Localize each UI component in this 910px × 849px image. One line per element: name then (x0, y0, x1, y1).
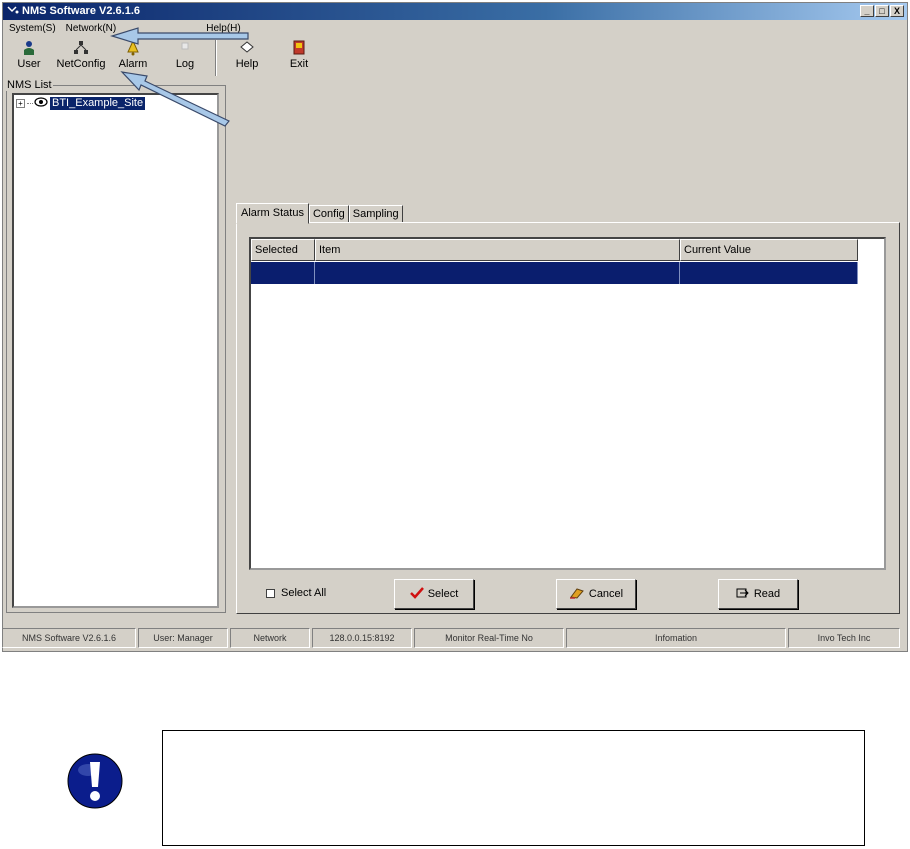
status-company: Invo Tech Inc (788, 628, 900, 648)
grid-header: Selected Item Current Value (251, 239, 858, 261)
item-cell[interactable] (315, 262, 680, 284)
expand-icon[interactable]: + (16, 99, 25, 108)
log-button[interactable]: Log (159, 38, 211, 78)
user-label: User (17, 58, 41, 70)
select-label: Select (427, 588, 459, 600)
menu-network[interactable]: Network(N) (64, 21, 119, 37)
status-address: 128.0.0.15:8192 (312, 628, 412, 648)
alarm-button[interactable]: Alarm (107, 38, 159, 78)
menu-bar: System(S) Network(N) ... Window(W) Help(… (3, 21, 907, 37)
table-row[interactable] (251, 262, 858, 284)
status-monitor: Monitor Real-Time No (414, 628, 564, 648)
selected-cell[interactable] (251, 262, 315, 284)
close-button[interactable]: X (890, 5, 904, 17)
menu-window[interactable]: Window(W) (143, 21, 199, 37)
select-button[interactable]: Select (394, 579, 474, 609)
read-button[interactable]: Read (718, 579, 798, 609)
exit-icon (273, 40, 325, 58)
column-current-value[interactable]: Current Value (680, 239, 858, 261)
nms-tree[interactable]: + BTI_Example_Site (12, 93, 219, 608)
tab-alarm-status[interactable]: Alarm Status (236, 203, 309, 224)
help-label: Help (235, 58, 259, 70)
maximize-button[interactable]: □ (875, 5, 889, 17)
select-all-label: Select All (281, 587, 327, 599)
tab-strip: Alarm Status Config Sampling (236, 203, 403, 224)
tree-node-site[interactable]: + BTI_Example_Site (16, 97, 146, 110)
select-all-checkbox[interactable]: Select All (266, 587, 326, 599)
tree-connector (27, 103, 33, 104)
exit-label: Exit (289, 58, 309, 70)
checkmark-icon (409, 586, 424, 602)
window-title: NMS Software V2.6.1.6 (22, 5, 140, 17)
site-label[interactable]: BTI_Example_Site (50, 97, 146, 110)
tab-sampling[interactable]: Sampling (348, 205, 403, 223)
eraser-icon (569, 587, 585, 602)
nms-list-legend: NMS List (6, 79, 53, 91)
menu-system[interactable]: System(S) (7, 21, 58, 37)
status-user: User: Manager (138, 628, 228, 648)
cancel-label: Cancel (588, 588, 624, 600)
user-icon (3, 40, 55, 58)
checkbox-box[interactable] (266, 588, 275, 598)
title-bar: NMS Software V2.6.1.6 _ □ X (3, 3, 907, 20)
read-label: Read (753, 588, 781, 600)
netconfig-icon (55, 40, 107, 58)
netconfig-label: NetConfig (56, 58, 106, 70)
menu-hidden[interactable]: ... (124, 21, 136, 37)
status-version: NMS Software V2.6.1.6 (2, 628, 136, 648)
read-icon (736, 587, 750, 602)
minimize-button[interactable]: _ (860, 5, 874, 17)
alarm-icon (107, 39, 159, 58)
toolbar: User NetConfig Alarm Log Help Exit (3, 38, 325, 78)
column-selected[interactable]: Selected (251, 239, 315, 261)
alarm-label: Alarm (118, 58, 148, 70)
netconfig-button[interactable]: NetConfig (55, 38, 107, 78)
site-eye-icon (34, 97, 48, 110)
exclamation-icon (66, 752, 124, 810)
status-network: Network (230, 628, 310, 648)
tab-config[interactable]: Config (308, 205, 349, 223)
app-icon (7, 4, 19, 14)
status-information: Infomation (566, 628, 786, 648)
current-value-cell[interactable] (680, 262, 858, 284)
toolbar-separator (215, 40, 217, 76)
log-icon (159, 40, 211, 58)
alarm-grid[interactable]: Selected Item Current Value (249, 237, 886, 570)
menu-help[interactable]: Help(H) (204, 21, 242, 37)
note-box (162, 730, 865, 846)
status-bar: NMS Software V2.6.1.6 User: Manager Netw… (2, 628, 906, 650)
help-button[interactable]: Help (221, 38, 273, 78)
column-item[interactable]: Item (315, 239, 680, 261)
log-label: Log (175, 58, 195, 70)
user-button[interactable]: User (3, 38, 55, 78)
exit-button[interactable]: Exit (273, 38, 325, 78)
cancel-button[interactable]: Cancel (556, 579, 636, 609)
help-icon (221, 40, 273, 58)
